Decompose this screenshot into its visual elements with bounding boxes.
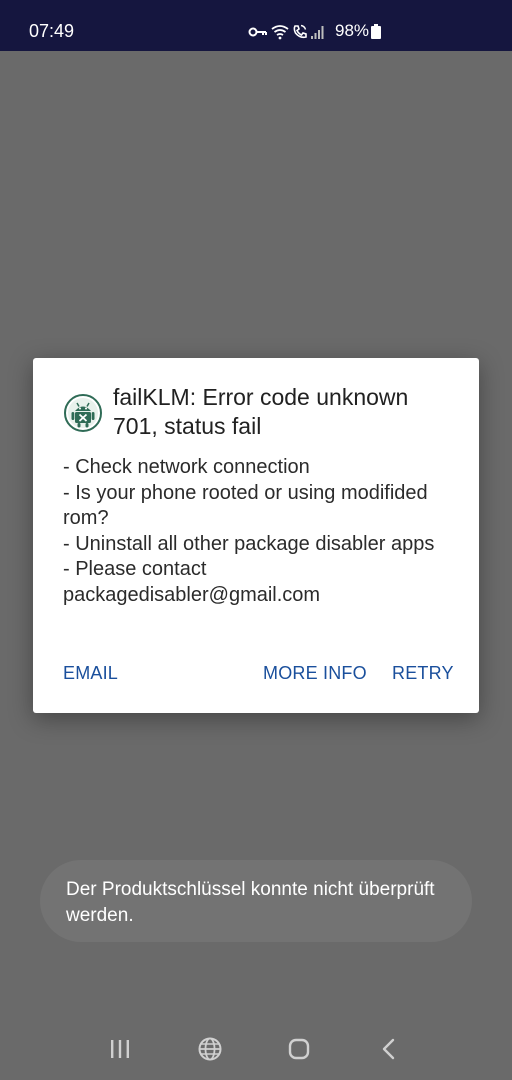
back-icon: [382, 1038, 395, 1060]
battery-percent: 98%: [335, 21, 370, 40]
home-button[interactable]: [284, 1034, 314, 1064]
toast-text: Der Produktschlüssel konnte nicht überpr…: [66, 879, 435, 926]
dialog-title: failKLM: Error code unknown 701, status …: [113, 384, 409, 439]
home-icon: [288, 1038, 310, 1060]
battery-icon: [371, 24, 381, 39]
recent-apps-icon: [111, 1040, 129, 1058]
more-info-button[interactable]: MORE INFO: [263, 662, 367, 684]
recent-apps-button[interactable]: [105, 1034, 135, 1064]
signal-icon: [311, 26, 324, 39]
status-bar: 07:49 98%: [0, 0, 512, 51]
status-time: 07:49: [29, 21, 75, 41]
error-dialog: failKLM: Error code unknown 701, status …: [33, 358, 479, 713]
back-button[interactable]: [374, 1034, 404, 1064]
dialog-message: - Check network connection - Is your pho…: [63, 456, 435, 606]
globe-button[interactable]: [195, 1034, 225, 1064]
vpn-key-icon: [248, 27, 267, 37]
status-icons: [248, 22, 325, 42]
email-button[interactable]: EMAIL: [63, 662, 118, 684]
retry-button[interactable]: RETRY: [392, 662, 454, 684]
toast-message: Der Produktschlüssel konnte nicht überpr…: [40, 860, 472, 942]
package-disabler-app-icon: [64, 394, 102, 432]
globe-icon: [198, 1037, 222, 1061]
wifi-call-icon: [293, 24, 307, 39]
navigation-bar: [0, 1020, 512, 1080]
wifi-icon: [271, 25, 289, 40]
